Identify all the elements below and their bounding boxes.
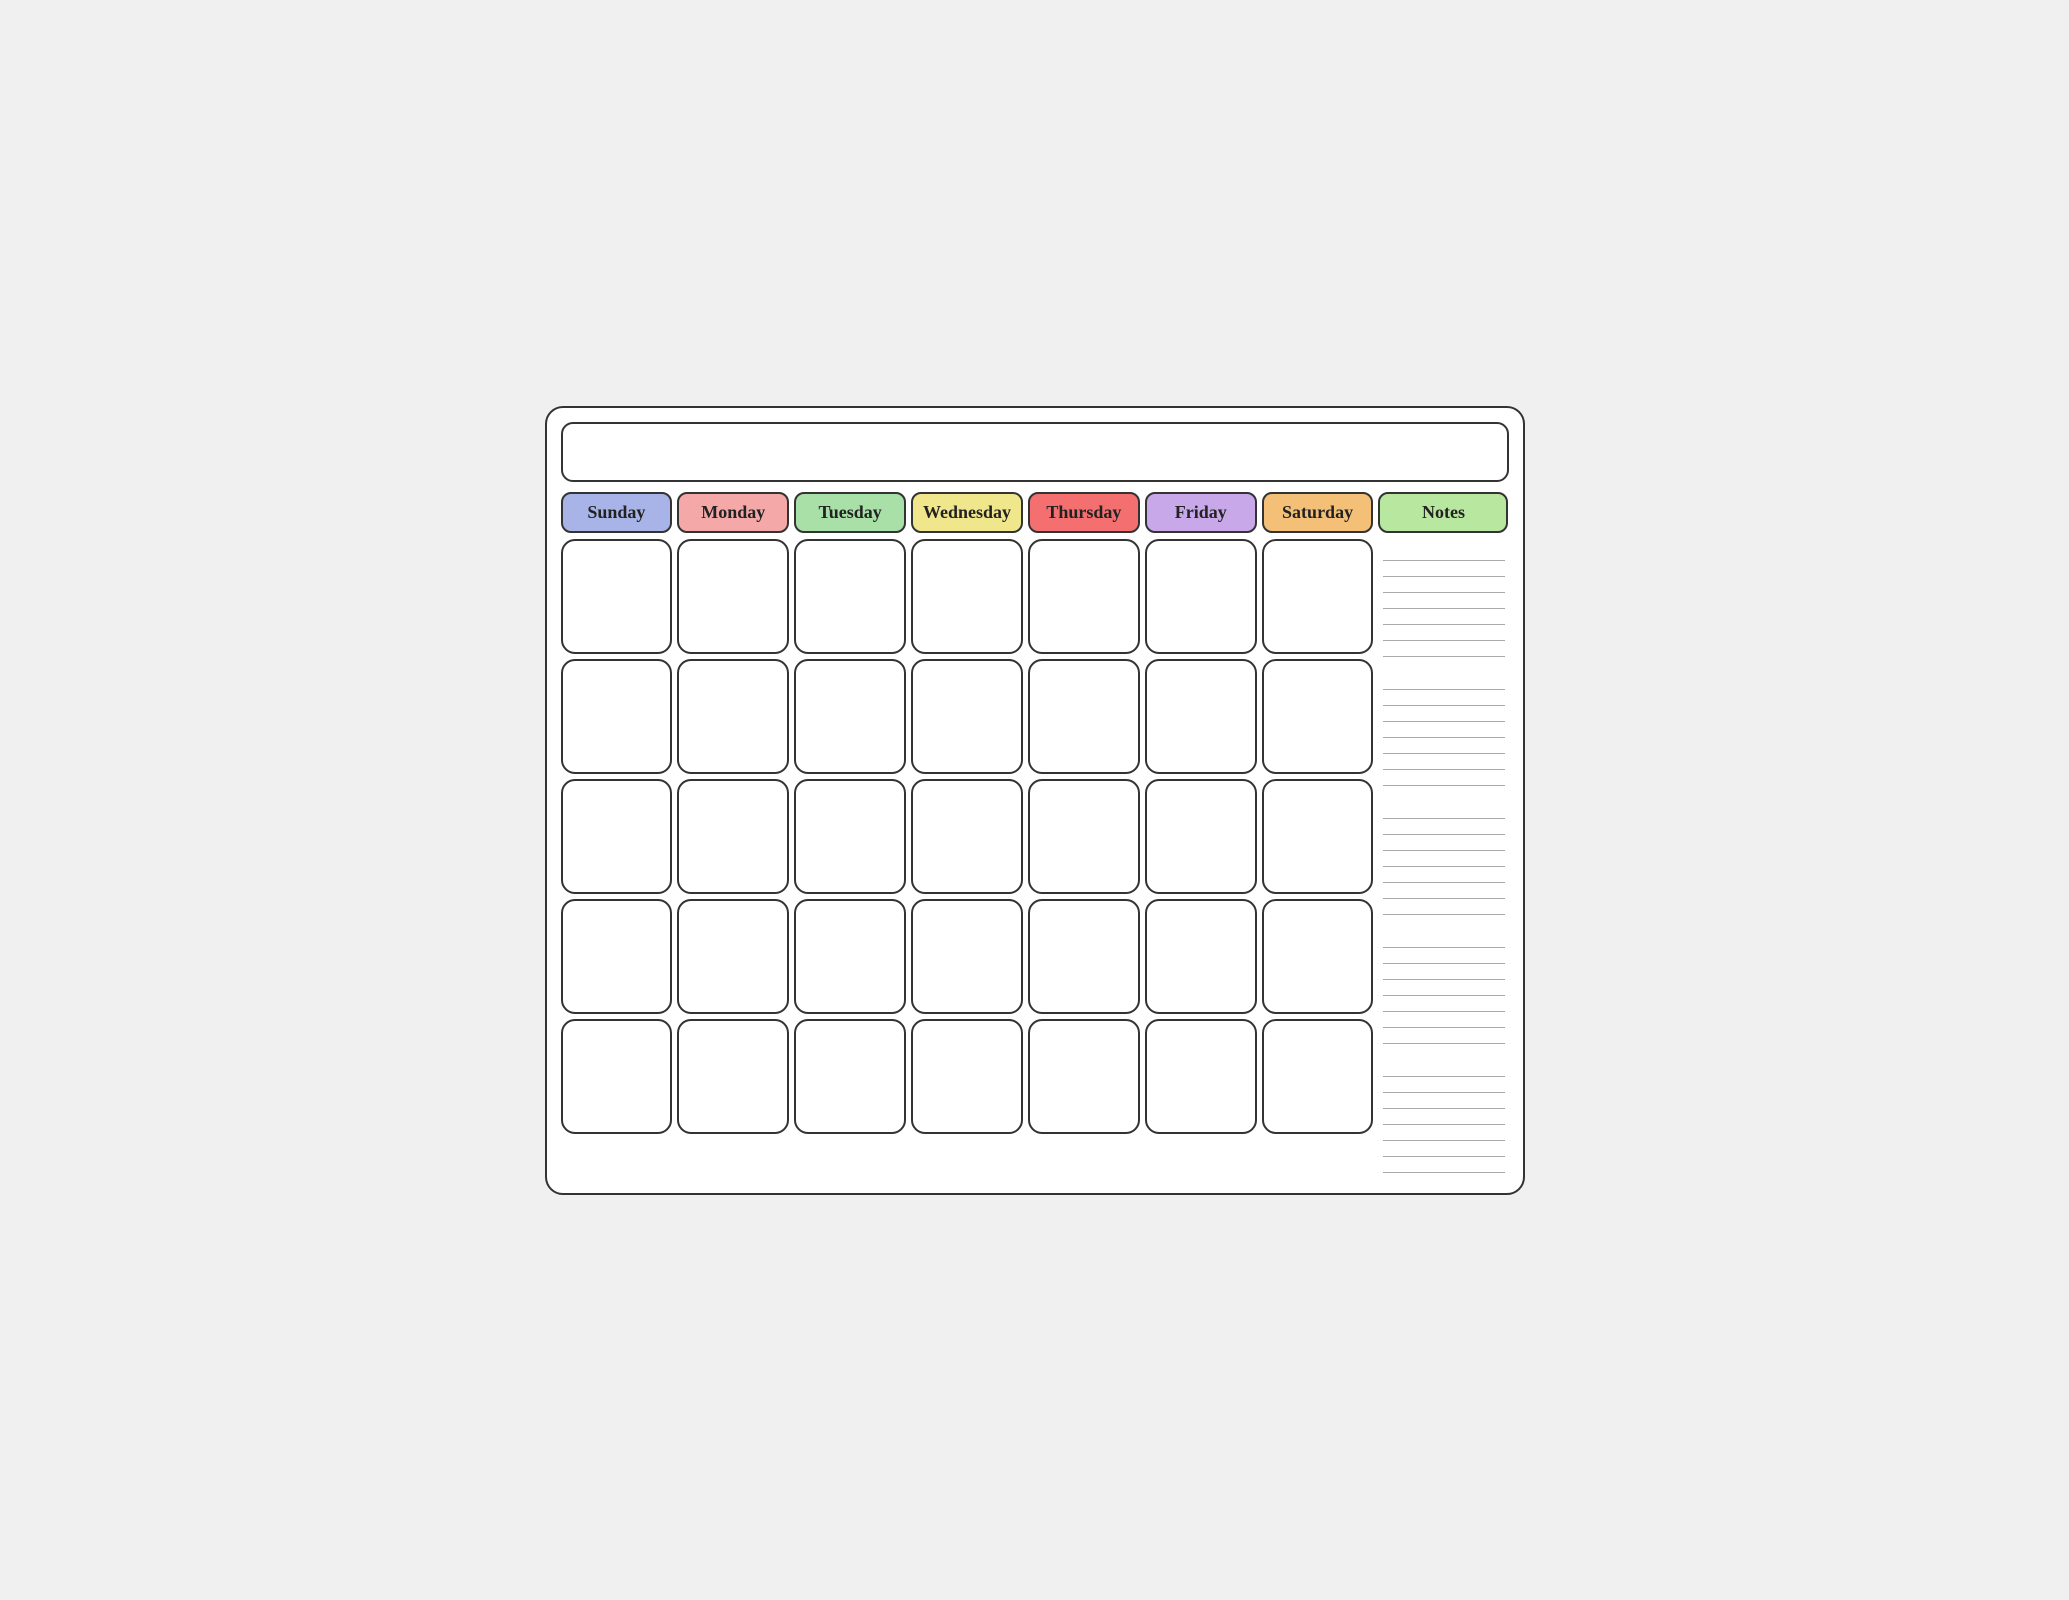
day-cell[interactable]	[1262, 1019, 1374, 1134]
header-notes: Notes	[1378, 492, 1508, 533]
header-saturday: Saturday	[1262, 492, 1374, 533]
day-cell[interactable]	[1262, 539, 1374, 654]
note-line	[1383, 561, 1505, 577]
day-cell[interactable]	[1028, 539, 1140, 654]
calendar-body	[561, 539, 1509, 1179]
note-line	[1383, 1093, 1505, 1109]
note-line	[1383, 980, 1505, 996]
note-line	[1383, 867, 1505, 883]
day-cell[interactable]	[561, 659, 673, 774]
calendar-container: Sunday Monday Tuesday Wednesday Thursday…	[545, 406, 1525, 1195]
day-cell[interactable]	[1028, 779, 1140, 894]
note-line	[1383, 1125, 1505, 1141]
note-line	[1383, 964, 1505, 980]
day-cell[interactable]	[794, 779, 906, 894]
note-line	[1383, 625, 1505, 641]
notes-block-4[interactable]	[1379, 926, 1509, 1050]
day-cell[interactable]	[677, 1019, 789, 1134]
note-line	[1383, 738, 1505, 754]
note-line	[1383, 899, 1505, 915]
day-cell[interactable]	[1145, 539, 1257, 654]
day-cell[interactable]	[677, 779, 789, 894]
note-line	[1383, 1109, 1505, 1125]
note-line	[1383, 722, 1505, 738]
notes-column[interactable]	[1379, 539, 1509, 1179]
header-monday: Monday	[677, 492, 789, 533]
note-line	[1383, 770, 1505, 786]
note-line	[1383, 674, 1505, 690]
day-cell[interactable]	[1262, 899, 1374, 1014]
week-row-3	[561, 779, 1374, 894]
note-line	[1383, 706, 1505, 722]
note-line	[1383, 851, 1505, 867]
day-cell[interactable]	[911, 539, 1023, 654]
header-wednesday: Wednesday	[911, 492, 1023, 533]
note-line	[1383, 996, 1505, 1012]
day-cell[interactable]	[794, 1019, 906, 1134]
day-cell[interactable]	[561, 539, 673, 654]
day-cell[interactable]	[794, 539, 906, 654]
note-line	[1383, 545, 1505, 561]
note-line	[1383, 819, 1505, 835]
notes-block-3[interactable]	[1379, 797, 1509, 921]
day-cell[interactable]	[1145, 899, 1257, 1014]
note-line	[1383, 883, 1505, 899]
day-cell[interactable]	[1145, 659, 1257, 774]
header-sunday: Sunday	[561, 492, 673, 533]
day-cell[interactable]	[677, 539, 789, 654]
note-line	[1383, 932, 1505, 948]
day-cell[interactable]	[677, 659, 789, 774]
note-line	[1383, 1157, 1505, 1173]
notes-block-5[interactable]	[1379, 1055, 1509, 1179]
day-cell[interactable]	[1145, 1019, 1257, 1134]
day-cell[interactable]	[1028, 1019, 1140, 1134]
day-cell[interactable]	[794, 899, 906, 1014]
day-cell[interactable]	[1145, 779, 1257, 894]
day-cell[interactable]	[911, 1019, 1023, 1134]
note-line	[1383, 1141, 1505, 1157]
note-line	[1383, 1061, 1505, 1077]
note-line	[1383, 609, 1505, 625]
week-row-2	[561, 659, 1374, 774]
day-cell[interactable]	[911, 779, 1023, 894]
title-bar[interactable]	[561, 422, 1509, 482]
day-cell[interactable]	[794, 659, 906, 774]
day-cell[interactable]	[561, 779, 673, 894]
note-line	[1383, 835, 1505, 851]
day-cell[interactable]	[1028, 659, 1140, 774]
day-cell[interactable]	[677, 899, 789, 1014]
notes-block-2[interactable]	[1379, 668, 1509, 792]
day-cell[interactable]	[1262, 659, 1374, 774]
note-line	[1383, 1012, 1505, 1028]
header-tuesday: Tuesday	[794, 492, 906, 533]
day-cell[interactable]	[911, 899, 1023, 1014]
day-cell[interactable]	[911, 659, 1023, 774]
note-line	[1383, 593, 1505, 609]
note-line	[1383, 577, 1505, 593]
day-cell[interactable]	[1028, 899, 1140, 1014]
note-line	[1383, 641, 1505, 657]
day-cell[interactable]	[1262, 779, 1374, 894]
day-cell[interactable]	[561, 899, 673, 1014]
note-line	[1383, 754, 1505, 770]
week-row-5	[561, 1019, 1374, 1134]
week-row-4	[561, 899, 1374, 1014]
note-line	[1383, 690, 1505, 706]
note-line	[1383, 1028, 1505, 1044]
note-line	[1383, 803, 1505, 819]
day-cell[interactable]	[561, 1019, 673, 1134]
header-thursday: Thursday	[1028, 492, 1140, 533]
header-friday: Friday	[1145, 492, 1257, 533]
notes-block-1[interactable]	[1379, 539, 1509, 663]
header-row: Sunday Monday Tuesday Wednesday Thursday…	[561, 492, 1509, 533]
note-line	[1383, 948, 1505, 964]
note-line	[1383, 1077, 1505, 1093]
weeks-container	[561, 539, 1374, 1179]
week-row-1	[561, 539, 1374, 654]
